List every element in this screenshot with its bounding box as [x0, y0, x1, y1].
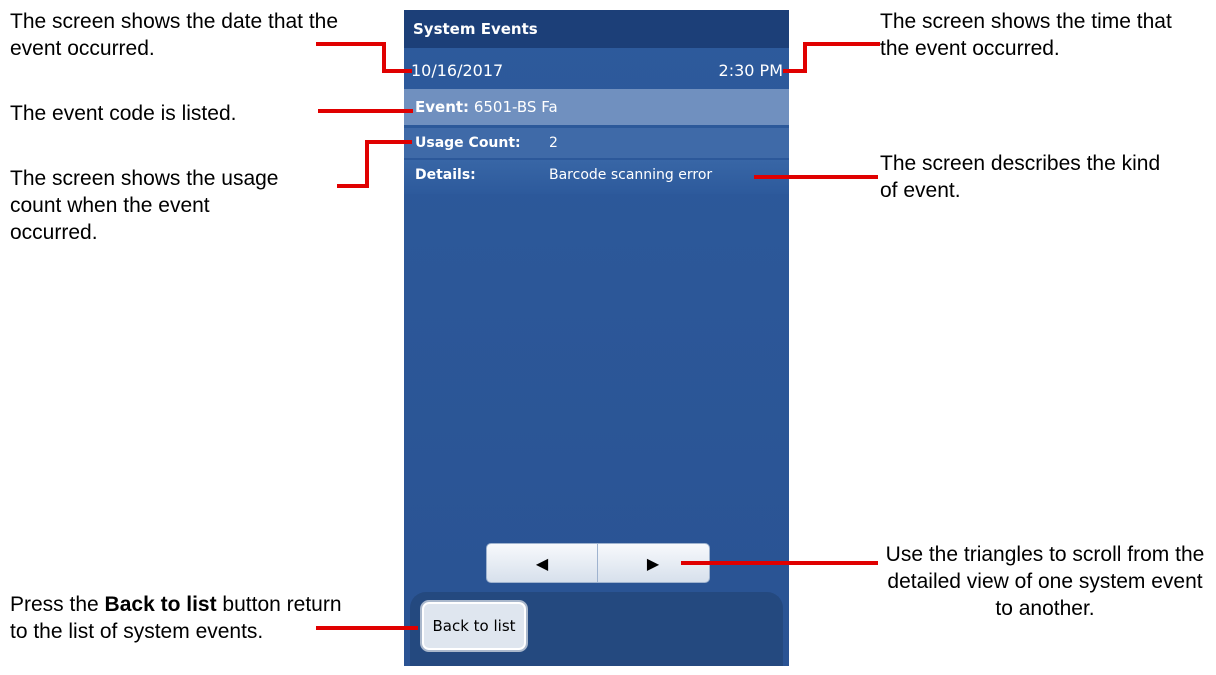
- triangle-left-icon: ◀: [535, 553, 549, 573]
- date-annotation: The screen shows the date that the event…: [10, 10, 339, 60]
- triangles-annotation: Use the triangles to scroll from the det…: [885, 543, 1205, 620]
- previous-event-button[interactable]: ◀: [487, 544, 598, 582]
- usage-count-row: Usage Count: 2: [404, 128, 789, 158]
- event-time: 2:30 PM: [718, 61, 783, 80]
- back-note-bold: Back to list: [104, 593, 217, 616]
- details-row: Details: Barcode scanning error: [404, 160, 789, 194]
- details-value: Barcode scanning error: [549, 167, 713, 183]
- back-note-pre: Press the: [10, 593, 105, 616]
- details-label: Details:: [415, 167, 476, 183]
- back-to-list-annotation: Press the Back to list button return to …: [10, 591, 355, 645]
- back-to-list-button[interactable]: Back to list: [420, 600, 528, 652]
- date-time-row: 10/16/2017 2:30 PM: [404, 56, 789, 86]
- event-code-row: Event: 6501-BS Fa: [404, 89, 789, 125]
- event-code-value: 6501-BS Fa: [473, 98, 558, 116]
- event-label: Event:: [415, 98, 470, 116]
- system-events-screen: System Events 10/16/2017 2:30 PM Event: …: [404, 10, 789, 666]
- usage-count-label: Usage Count:: [415, 135, 521, 151]
- time-annotation: The screen shows the time that the event…: [880, 10, 1172, 60]
- event-date: 10/16/2017: [411, 61, 504, 80]
- event-code-annotation: The event code is listed.: [10, 102, 237, 125]
- next-event-button[interactable]: ▶: [598, 544, 708, 582]
- usage-callout-line: [337, 140, 412, 188]
- usage-count-value: 2: [549, 135, 558, 151]
- details-annotation: The screen describes the kind of event.: [880, 152, 1161, 202]
- screen-title: System Events: [404, 10, 789, 48]
- triangle-right-icon: ▶: [646, 553, 660, 573]
- usage-count-annotation: The screen shows the usage count when th…: [10, 167, 279, 244]
- event-navigation: ◀ ▶: [486, 543, 710, 583]
- time-callout-line: [783, 42, 880, 73]
